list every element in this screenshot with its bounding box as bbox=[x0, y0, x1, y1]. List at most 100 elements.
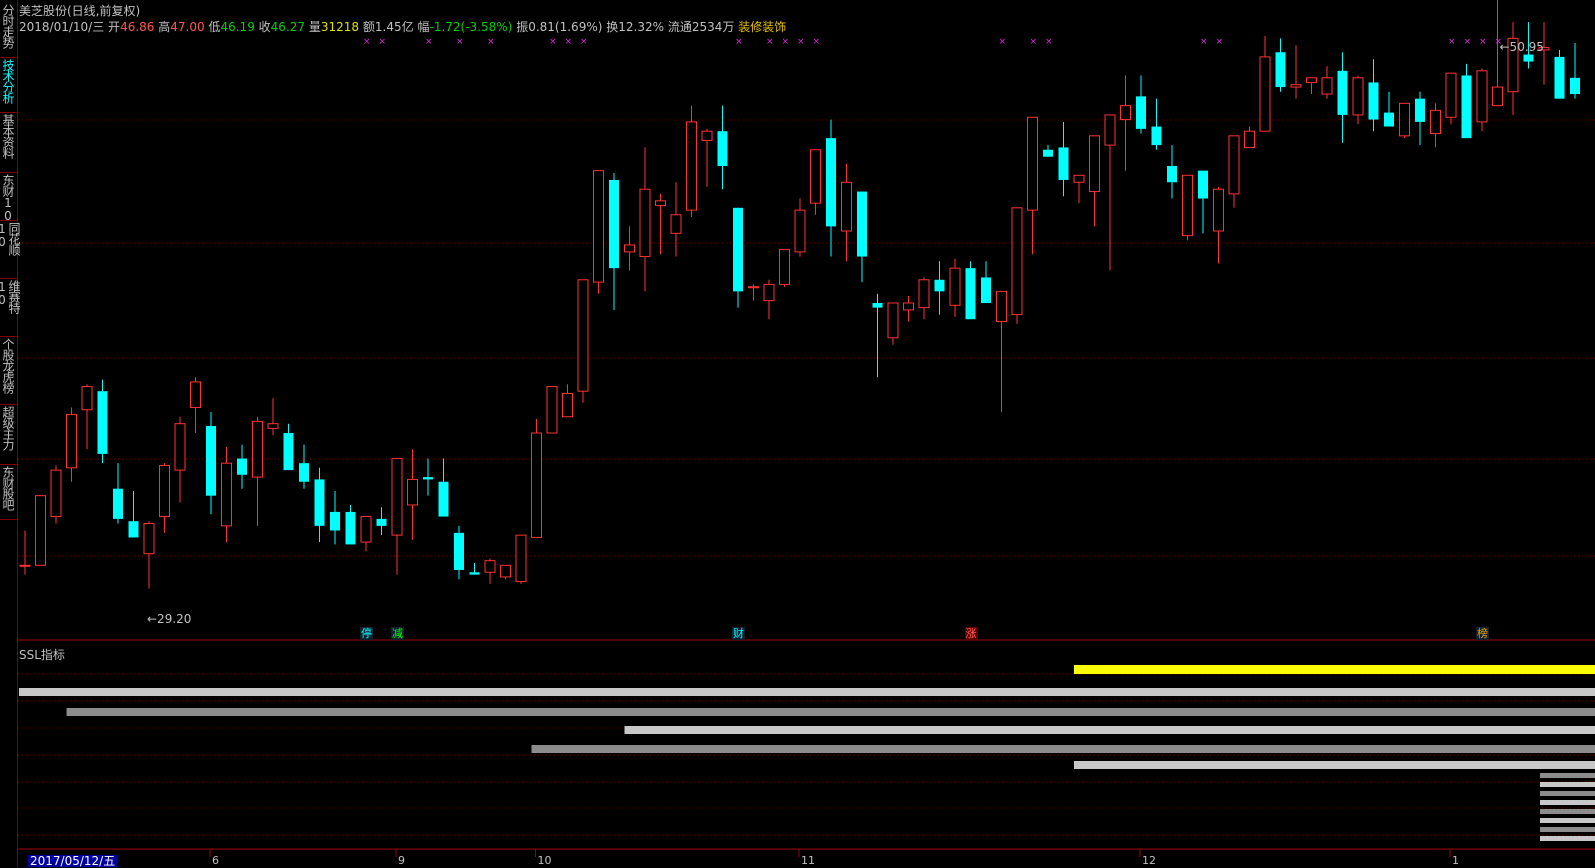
candle-body-up bbox=[1245, 131, 1255, 147]
candle-body-up bbox=[222, 463, 232, 526]
candle-body-up bbox=[1400, 103, 1410, 136]
ssl-bar bbox=[19, 688, 1595, 696]
signal-marker: × bbox=[487, 37, 495, 47]
candle-body-up bbox=[485, 561, 495, 573]
candle-body-down bbox=[237, 459, 247, 475]
month-tick-label: 12 bbox=[1142, 855, 1156, 867]
candle-body-down bbox=[718, 131, 728, 166]
candle-body-down bbox=[1059, 147, 1069, 180]
candle-body-up bbox=[1183, 175, 1193, 235]
candle-body-up bbox=[749, 287, 759, 288]
candle-body-down bbox=[1384, 113, 1394, 127]
candle-body-up bbox=[175, 424, 185, 470]
cursor-date-label: 2017/05/12/五 bbox=[28, 855, 117, 867]
signal-marker: × bbox=[735, 37, 743, 47]
ssl-short-bar bbox=[1540, 809, 1595, 814]
ssl-bar bbox=[532, 745, 1595, 753]
signal-marker: × bbox=[782, 37, 790, 47]
candle-body-up bbox=[1074, 175, 1084, 182]
event-marker[interactable]: 财 bbox=[732, 627, 745, 640]
event-marker[interactable]: 涨 bbox=[965, 627, 978, 640]
candle-body-down bbox=[1338, 71, 1348, 115]
candle-body-down bbox=[966, 268, 976, 319]
event-marker[interactable]: 减 bbox=[391, 627, 404, 640]
candle-body-up bbox=[532, 433, 542, 537]
candle-body-up bbox=[1229, 136, 1239, 194]
ssl-short-bar bbox=[1540, 818, 1595, 823]
candle-body-up bbox=[950, 268, 960, 305]
candle-body-up bbox=[191, 382, 201, 408]
candle-body-up bbox=[811, 150, 821, 203]
signal-marker: × bbox=[1200, 37, 1208, 47]
candle-body-up bbox=[1090, 136, 1100, 192]
signal-marker: × bbox=[999, 37, 1007, 47]
candle-body-up bbox=[1214, 189, 1224, 231]
candle-body-up bbox=[1121, 106, 1131, 120]
month-tick-label: 10 bbox=[538, 855, 552, 867]
candle-body-up bbox=[594, 171, 604, 282]
signal-marker: × bbox=[1045, 37, 1053, 47]
candle-body-up bbox=[1322, 78, 1332, 94]
signal-marker: × bbox=[425, 37, 433, 47]
signal-marker: × bbox=[1479, 37, 1487, 47]
month-tick-label: 1 bbox=[1452, 855, 1459, 867]
candle-body-down bbox=[873, 303, 883, 308]
candle-body-up bbox=[67, 414, 77, 467]
candle-body-up bbox=[516, 535, 526, 581]
candle-body-down bbox=[1276, 52, 1286, 87]
candle-body-up bbox=[82, 387, 92, 410]
candle-body-up bbox=[563, 394, 573, 417]
candle-body-down bbox=[733, 208, 743, 292]
candle-body-down bbox=[1043, 150, 1053, 157]
candle-body-up bbox=[904, 303, 914, 310]
signal-marker: × bbox=[797, 37, 805, 47]
candle-body-up bbox=[1105, 115, 1115, 145]
kline-chart[interactable]: ××××××××××××××××××××××←50.95←29.20 bbox=[0, 0, 1595, 867]
candle-body-up bbox=[656, 201, 666, 206]
event-marker[interactable]: 榜 bbox=[1476, 627, 1489, 640]
ssl-short-bar bbox=[1540, 800, 1595, 805]
low-price-annotation: ←29.20 bbox=[147, 612, 191, 626]
indicator-title[interactable]: SSL指标 bbox=[19, 646, 65, 663]
candle-body-down bbox=[98, 391, 108, 454]
candle-body-up bbox=[888, 303, 898, 338]
candle-body-up bbox=[36, 496, 46, 566]
candle-body-up bbox=[1291, 85, 1301, 87]
candle-body-up bbox=[640, 189, 650, 256]
candle-body-up bbox=[253, 421, 263, 477]
ssl-short-bar bbox=[1540, 827, 1595, 832]
candle-body-down bbox=[346, 512, 356, 545]
candle-body-down bbox=[439, 482, 449, 517]
candle-body-up bbox=[1260, 57, 1270, 131]
candle-body-up bbox=[268, 424, 278, 429]
candle-body-down bbox=[454, 533, 464, 570]
signal-marker: × bbox=[1464, 37, 1472, 47]
candle-body-up bbox=[1446, 73, 1456, 117]
candle-body-down bbox=[1152, 127, 1162, 146]
candle-body-down bbox=[470, 572, 480, 574]
high-price-annotation: ←50.95 bbox=[1500, 40, 1544, 54]
candle-body-up bbox=[764, 284, 774, 300]
ssl-bar bbox=[1074, 665, 1595, 674]
event-marker[interactable]: 停 bbox=[360, 627, 373, 640]
candle-body-down bbox=[206, 426, 216, 496]
candle-body-down bbox=[1462, 75, 1472, 138]
candle-body-up bbox=[1307, 78, 1317, 83]
candle-body-down bbox=[981, 277, 991, 303]
signal-marker: × bbox=[1216, 37, 1224, 47]
candle-body-down bbox=[609, 180, 619, 268]
candle-body-down bbox=[1524, 55, 1534, 62]
candle-body-down bbox=[857, 192, 867, 257]
signal-marker: × bbox=[1448, 37, 1456, 47]
candle-body-up bbox=[842, 182, 852, 231]
candle-body-up bbox=[1431, 110, 1441, 133]
candle-body-up bbox=[625, 245, 635, 252]
candle-body-up bbox=[1477, 71, 1487, 122]
candle-body-up bbox=[671, 215, 681, 234]
candle-body-up bbox=[144, 524, 154, 554]
candle-body-down bbox=[1555, 57, 1565, 99]
signal-marker: × bbox=[1030, 37, 1038, 47]
ssl-short-bar bbox=[1540, 782, 1595, 787]
candle-body-down bbox=[423, 477, 433, 479]
candle-body-down bbox=[935, 280, 945, 292]
